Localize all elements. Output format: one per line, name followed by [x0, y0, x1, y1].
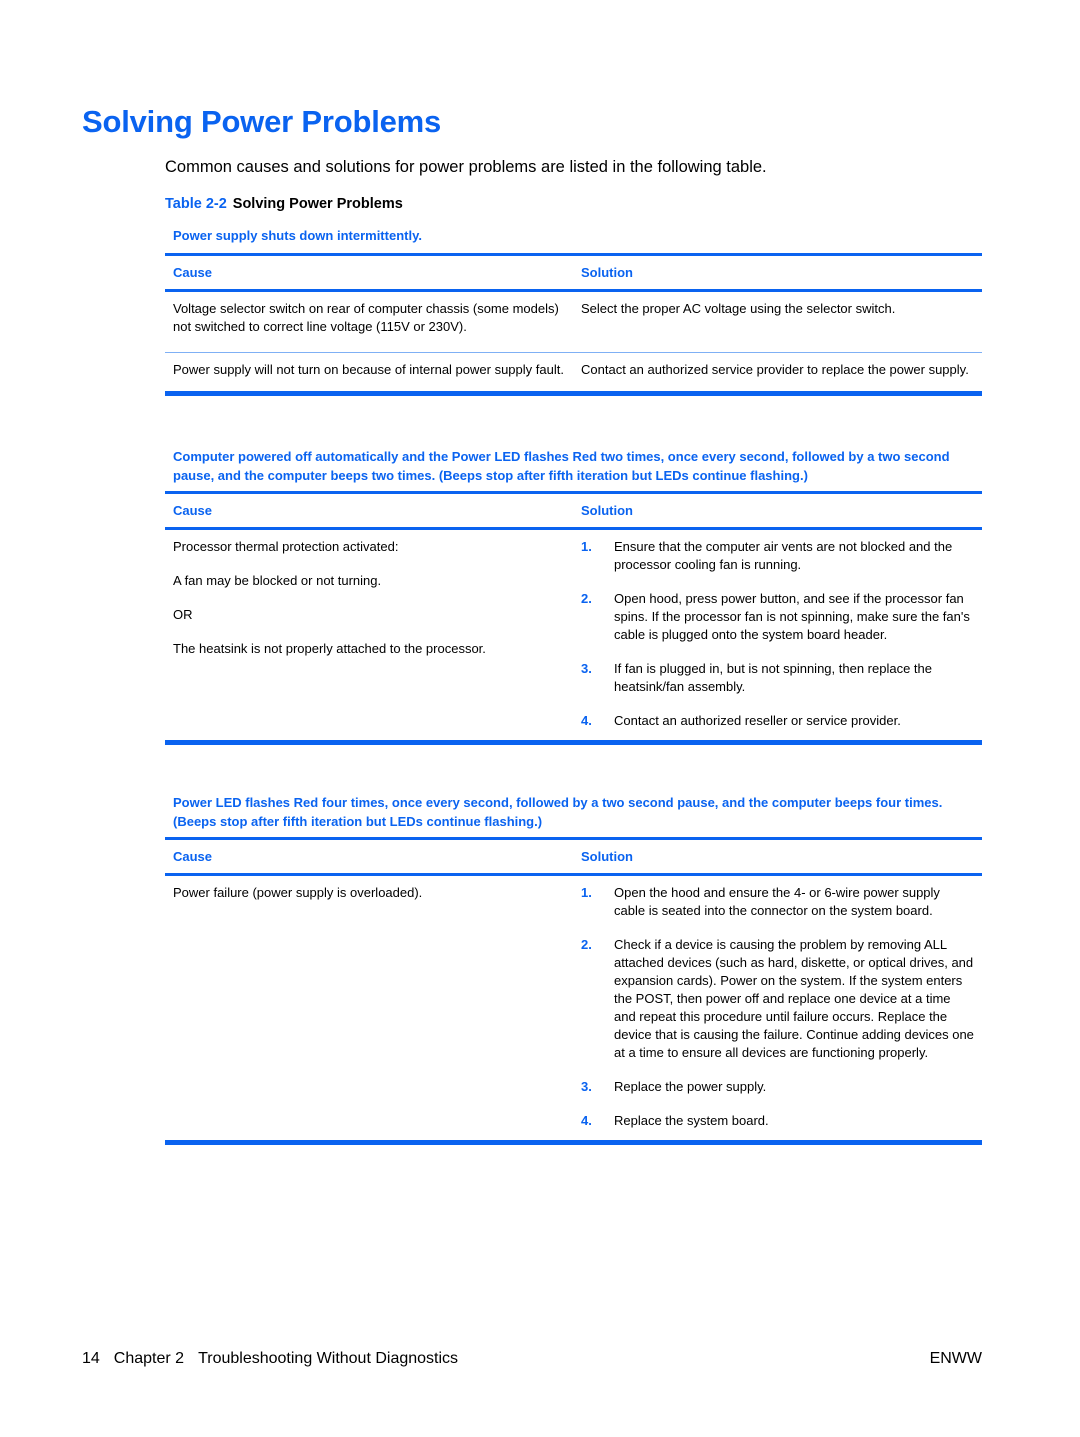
header-solution: Solution: [581, 849, 633, 864]
table-caption-number: Table 2-2: [165, 196, 227, 212]
table-row: Power supply will not turn on because of…: [165, 353, 982, 395]
step-text: Open hood, press power button, and see i…: [614, 591, 970, 642]
solution-step: 2. Open hood, press power button, and see…: [581, 590, 974, 644]
page-number: 14: [82, 1350, 100, 1367]
solution-step: 3. Replace the power supply.: [581, 1078, 974, 1096]
table-caption-title: Solving Power Problems: [232, 196, 403, 212]
cause-text: OR: [173, 607, 193, 622]
solution-step: 1. Ensure that the computer air vents are…: [581, 538, 974, 574]
header-cause: Cause: [173, 849, 213, 864]
header-solution: Solution: [581, 503, 633, 518]
page-footer: 14 Chapter 2 Troubleshooting Without Diagn…: [82, 1350, 982, 1368]
section-title: Power supply shuts down intermittently.: [173, 228, 422, 243]
table-section-red-four-flashes: Power LED flashes Red four times, once e…: [165, 794, 982, 1145]
header-solution: Solution: [581, 264, 633, 280]
step-number: 4.: [581, 1113, 592, 1128]
step-text: If fan is plugged in, but is not spinnin…: [614, 661, 932, 694]
step-text: Contact an authorized reseller or servic…: [614, 713, 901, 728]
step-number: 3.: [581, 661, 592, 676]
chapter-title: Troubleshooting Without Diagnostics: [198, 1350, 459, 1367]
table-row: Processor thermal protection activated: …: [165, 530, 982, 746]
section-title: Power LED flashes Red four times, once e…: [173, 795, 943, 829]
step-text: Open the hood and ensure the 4- or 6-wir…: [614, 885, 940, 918]
step-number: 2.: [581, 591, 592, 606]
step-number: 3.: [581, 1079, 592, 1094]
table-header: Cause Solution: [165, 256, 982, 289]
step-number: 1.: [581, 539, 592, 554]
solution-step: 1. Open the hood and ensure the 4- or 6-w…: [581, 884, 974, 920]
table-row: Power failure (power supply is overloade…: [165, 876, 982, 1146]
solution-step: 4. Contact an authorized reseller or serv…: [581, 712, 974, 730]
intro-text: Common causes and solutions for power pr…: [165, 158, 767, 176]
cause-text: The heatsink is not properly attached to…: [173, 641, 486, 656]
table-caption: Table 2-2 Solving Power Problems: [165, 196, 403, 212]
step-number: 4.: [581, 713, 592, 728]
step-number: 2.: [581, 937, 592, 952]
table-section-power-shutdown: Power supply shuts down intermittently. …: [165, 227, 982, 396]
step-text: Replace the system board.: [614, 1113, 769, 1128]
page-title: Solving Power Problems: [82, 104, 442, 139]
solution-text: Contact an authorized service provider t…: [581, 361, 969, 377]
table-row: Voltage selector switch on rear of compu…: [165, 292, 982, 352]
cause-text: A fan may be blocked or not turning.: [173, 573, 382, 588]
locale-code: ENWW: [929, 1350, 982, 1367]
cause-text: Voltage selector switch on rear of compu…: [173, 300, 559, 334]
cause-text: Power supply will not turn on because of…: [173, 361, 564, 377]
solution-text: Select the proper AC voltage using the s…: [581, 300, 896, 316]
table-header: Cause Solution: [165, 494, 982, 527]
table-header: Cause Solution: [165, 840, 982, 873]
cause-text: Power failure (power supply is overloade…: [173, 885, 423, 900]
step-text: Replace the power supply.: [614, 1079, 767, 1094]
header-cause: Cause: [173, 264, 213, 280]
step-number: 1.: [581, 885, 592, 900]
solution-step: 2. Check if a device is causing the probl…: [581, 936, 974, 1062]
solution-step: 3. If fan is plugged in, but is not spinn…: [581, 660, 974, 696]
table-section-red-two-flashes: Computer powered off automatically and t…: [165, 448, 982, 745]
cause-text: Processor thermal protection activated:: [173, 539, 399, 554]
chapter-label: Chapter 2: [113, 1350, 185, 1367]
step-text: Check if a device is causing the problem…: [614, 937, 974, 1060]
step-text: Ensure that the computer air vents are n…: [614, 539, 953, 572]
section-title: Computer powered off automatically and t…: [173, 449, 950, 483]
solution-step: 4. Replace the system board.: [581, 1112, 974, 1130]
header-cause: Cause: [173, 503, 213, 518]
